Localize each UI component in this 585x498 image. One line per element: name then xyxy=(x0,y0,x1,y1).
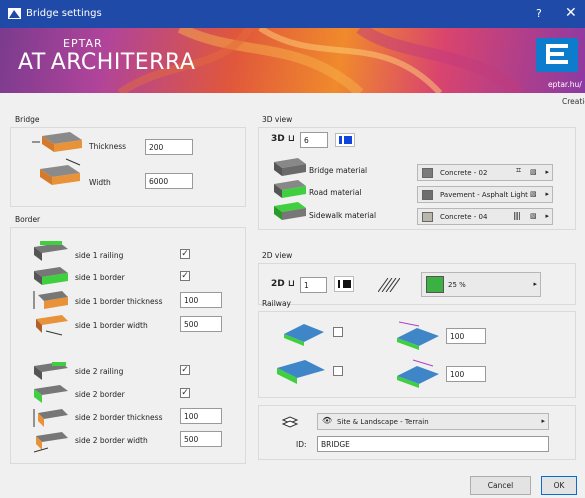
bridge-material-value: Concrete - 02 xyxy=(440,169,488,177)
header-banner: EPTAR AT ARCHITERRA eptar.hu/ xyxy=(0,28,585,93)
road-material-label: Road material xyxy=(309,188,362,197)
bridge-thickness-icon xyxy=(32,132,82,152)
width-label: Width xyxy=(89,178,111,187)
side-2-railing-checkbox[interactable]: ✓ xyxy=(180,365,190,375)
chevron-right-icon: ▸ xyxy=(533,280,537,288)
id-label: ID: xyxy=(296,440,307,449)
layers-icon xyxy=(282,416,298,428)
railway-wide-icon xyxy=(277,360,325,384)
close-button[interactable]: ✕ xyxy=(565,5,577,21)
pen-3d-icon: 3D ⊔ xyxy=(271,134,296,144)
side-1-railing-checkbox[interactable]: ✓ xyxy=(180,249,190,259)
eptar-logo-icon xyxy=(536,38,578,72)
side-1-border-thickness-input[interactable]: 100 xyxy=(180,292,222,308)
side-1-border-thickness-label: side 1 border thickness xyxy=(75,297,163,306)
side-1-border-checkbox[interactable]: ✓ xyxy=(180,271,190,281)
sidewalk-material-dropdown[interactable]: Concrete - 04 |||| ▧ ▸ xyxy=(417,208,553,225)
bridge-heading: Bridge xyxy=(15,115,40,124)
bridge-material-swatch xyxy=(422,168,433,178)
title-bar: Bridge settings ? ✕ xyxy=(0,0,585,28)
width-input[interactable]: 6000 xyxy=(145,173,193,189)
app-icon xyxy=(8,8,21,19)
fill-color-swatch xyxy=(426,276,444,293)
side-1-border-width-label: side 1 border width xyxy=(75,321,148,330)
bridge-width-icon xyxy=(40,158,81,185)
pen-2d-input[interactable]: 1 xyxy=(300,277,327,293)
road-material-dropdown[interactable]: Pavement - Asphalt Light ▧ ▸ xyxy=(417,186,553,203)
road-material-swatch xyxy=(422,190,433,200)
material-preview-icon: ▧ xyxy=(530,168,537,176)
fill-value: 25 % xyxy=(448,281,466,289)
fill-dropdown[interactable]: 25 % ▸ xyxy=(421,272,541,297)
side-1-railing-icon xyxy=(34,241,68,261)
side-2-border-icon xyxy=(34,385,68,403)
id-input[interactable]: BRIDGE xyxy=(317,436,549,452)
cancel-button[interactable]: Cancel xyxy=(470,476,531,495)
railway-tracks-icon xyxy=(284,324,324,346)
hatch-lines-icon: |||| xyxy=(513,211,521,220)
railway-value-1-input[interactable]: 100 xyxy=(446,328,486,344)
side-1-border-width-input[interactable]: 500 xyxy=(180,316,222,332)
chevron-right-icon: ▸ xyxy=(545,190,549,198)
window-title: Bridge settings xyxy=(26,8,102,19)
side-1-border-label: side 1 border xyxy=(75,273,125,282)
pen-3d-color-button[interactable] xyxy=(335,133,355,147)
side-1-railing-label: side 1 railing xyxy=(75,251,124,260)
layer-dropdown[interactable]: 👁 Site & Landscape - Terrain ▸ xyxy=(317,413,549,430)
fill-pattern-icon xyxy=(378,278,400,292)
eye-icon: 👁 xyxy=(322,416,333,425)
side-2-border-thickness-label: side 2 border thickness xyxy=(75,413,163,422)
pen-3d-input[interactable]: 6 xyxy=(300,132,328,148)
view-2d-heading: 2D view xyxy=(262,251,293,260)
side-2-border-label: side 2 border xyxy=(75,390,125,399)
railway-option-1-checkbox[interactable] xyxy=(333,327,343,337)
side-2-border-checkbox[interactable]: ✓ xyxy=(180,388,190,398)
logo-mark: AT xyxy=(18,50,46,75)
pen-2d-color-button[interactable] xyxy=(334,276,354,292)
materials-preview-icon xyxy=(274,158,306,220)
side-1-border-thickness-icon xyxy=(33,291,68,309)
side-2-border-thickness-input[interactable]: 100 xyxy=(180,408,222,424)
company-name: EPTAR xyxy=(63,37,103,50)
railway-height-icon xyxy=(397,359,439,388)
pen-2d-icon: 2D ⊔ xyxy=(271,279,296,289)
railway-option-2-checkbox[interactable] xyxy=(333,366,343,376)
side-2-border-width-icon xyxy=(33,432,68,453)
website-url[interactable]: eptar.hu/ xyxy=(548,80,582,89)
layer-value: Site & Landscape - Terrain xyxy=(337,418,429,426)
side-1-border-width-icon xyxy=(36,315,68,336)
created-label: Creatio xyxy=(562,97,585,106)
side-2-border-width-label: side 2 border width xyxy=(75,436,148,445)
material-preview-icon: ▧ xyxy=(530,190,537,198)
railway-heading: Railway xyxy=(262,299,291,308)
help-button[interactable]: ? xyxy=(536,7,542,20)
road-material-value: Pavement - Asphalt Light xyxy=(440,191,528,199)
sidewalk-material-swatch xyxy=(422,212,433,222)
sidewalk-material-value: Concrete - 04 xyxy=(440,213,488,221)
side-2-border-width-input[interactable]: 500 xyxy=(180,431,222,447)
railway-offset-icon xyxy=(397,321,439,350)
side-1-border-icon xyxy=(34,267,68,285)
hatch-grid-icon: ⌗ xyxy=(516,166,522,176)
chevron-right-icon: ▸ xyxy=(545,168,549,176)
material-preview-icon: ▧ xyxy=(530,212,537,220)
bridge-material-dropdown[interactable]: Concrete - 02 ⌗ ▧ ▸ xyxy=(417,164,553,181)
chevron-right-icon: ▸ xyxy=(541,417,545,425)
chevron-right-icon: ▸ xyxy=(545,212,549,220)
railway-value-2-input[interactable]: 100 xyxy=(446,366,486,382)
ok-button[interactable]: OK xyxy=(541,476,577,495)
product-logo: AT ARCHITERRA xyxy=(18,50,195,75)
sidewalk-material-label: Sidewalk material xyxy=(309,211,377,220)
border-heading: Border xyxy=(15,215,41,224)
thickness-input[interactable]: 200 xyxy=(145,139,193,155)
view-3d-heading: 3D view xyxy=(262,115,293,124)
product-name: ARCHITERRA xyxy=(50,50,196,75)
side-2-railing-label: side 2 railing xyxy=(75,367,124,376)
bridge-material-label: Bridge material xyxy=(309,166,368,175)
thickness-label: Thickness xyxy=(89,142,127,151)
